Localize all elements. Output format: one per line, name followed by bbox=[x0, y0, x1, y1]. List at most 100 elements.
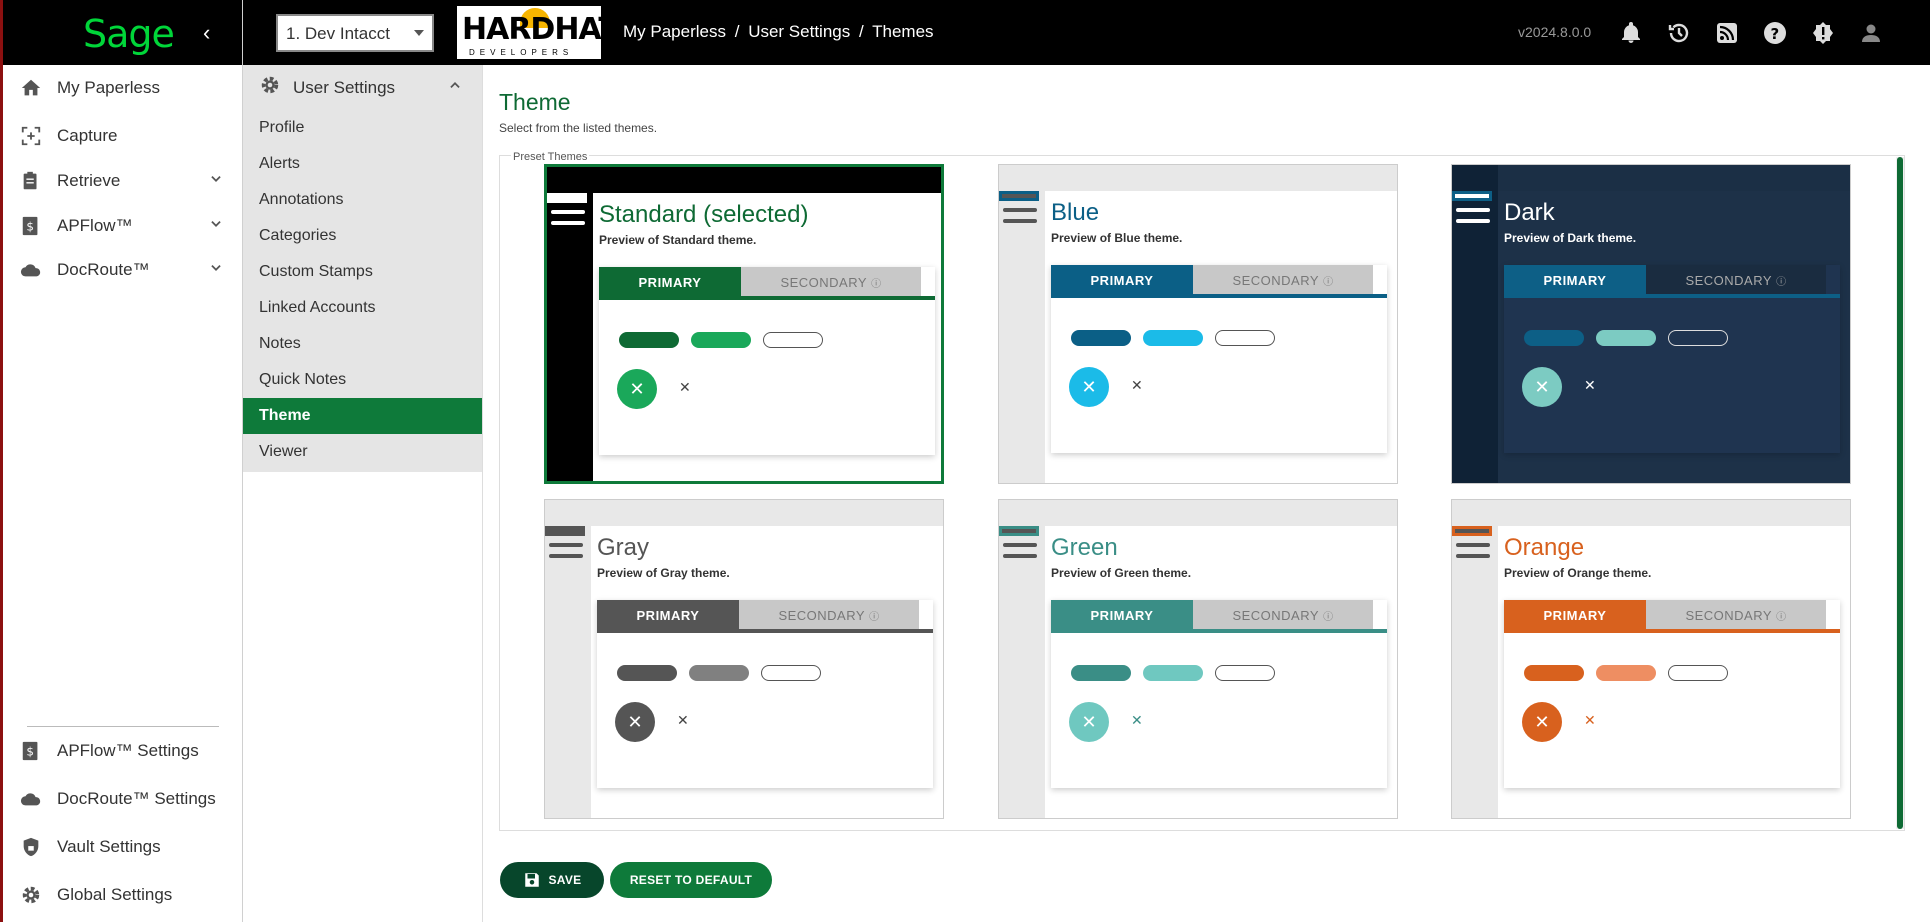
sidebar-item-apflow-settings[interactable]: $ APFlow™ Settings bbox=[3, 731, 243, 771]
breadcrumb-my-paperless[interactable]: My Paperless bbox=[623, 22, 726, 41]
svg-text:$: $ bbox=[26, 745, 34, 759]
sidebar-divider bbox=[27, 726, 219, 727]
shield-lock-icon bbox=[19, 835, 43, 859]
breadcrumb: My Paperless / User Settings / Themes bbox=[623, 22, 938, 42]
close-icon: ✕ bbox=[615, 702, 655, 742]
outline-pill bbox=[763, 332, 823, 348]
dollar-doc-icon: $ bbox=[19, 214, 43, 238]
floppy-disk-icon bbox=[523, 871, 541, 889]
gear-icon bbox=[19, 883, 43, 907]
top-icon-bar: ? bbox=[1616, 18, 1886, 48]
sidebar-item-docroute-settings[interactable]: DocRoute™ Settings bbox=[3, 779, 243, 819]
sidebar-item-label: Retrieve bbox=[57, 171, 121, 190]
settings-item-theme[interactable]: Theme bbox=[243, 398, 482, 434]
sidebar-item-vault-settings[interactable]: Vault Settings bbox=[3, 827, 243, 867]
sage-logo: Sage bbox=[83, 12, 175, 56]
outline-pill bbox=[1668, 665, 1728, 681]
close-icon: ✕ bbox=[1131, 377, 1143, 393]
theme-preview-panel: PRIMARY SECONDARY ⓘ ✕ ✕ bbox=[597, 600, 933, 788]
menu-icon bbox=[1452, 191, 1492, 230]
save-button[interactable]: SAVE bbox=[500, 862, 604, 898]
sidebar-item-docroute[interactable]: DocRoute™ bbox=[3, 250, 243, 290]
settings-item-annotations[interactable]: Annotations bbox=[243, 182, 482, 218]
tenant-select[interactable]: 1. Dev Intacct bbox=[276, 14, 434, 52]
secondary-tab-label: SECONDARY bbox=[1685, 272, 1773, 288]
theme-preview-panel: PRIMARY SECONDARY ⓘ ✕ ✕ bbox=[1504, 265, 1840, 453]
primary-pill bbox=[1071, 665, 1131, 681]
sidebar-item-label: Capture bbox=[57, 126, 118, 145]
help-circle-icon: ⓘ bbox=[1776, 276, 1787, 288]
outline-pill bbox=[1215, 665, 1275, 681]
settings-item-alerts[interactable]: Alerts bbox=[243, 146, 482, 182]
history-icon[interactable] bbox=[1664, 18, 1694, 48]
sidebar-item-capture[interactable]: Capture bbox=[3, 116, 243, 156]
settings-item-notes[interactable]: Notes bbox=[243, 326, 482, 362]
help-icon[interactable]: ? bbox=[1760, 18, 1790, 48]
theme-card[interactable]: Blue Preview of Blue theme. PRIMARY SECO… bbox=[998, 164, 1398, 484]
secondary-pill bbox=[689, 665, 749, 681]
secondary-tab: SECONDARY ⓘ bbox=[1646, 265, 1826, 295]
tab-underline bbox=[1051, 629, 1387, 633]
primary-pill bbox=[617, 665, 677, 681]
menu-icon bbox=[545, 526, 585, 565]
breadcrumb-user-settings[interactable]: User Settings bbox=[748, 22, 850, 41]
main-content: Theme Select from the listed themes. Pre… bbox=[484, 65, 1930, 922]
theme-preview-panel: PRIMARY SECONDARY ⓘ ✕ ✕ bbox=[599, 267, 935, 455]
settings-item-linked-accounts[interactable]: Linked Accounts bbox=[243, 290, 482, 326]
sidebar-item-global-settings[interactable]: Global Settings bbox=[3, 875, 243, 915]
settings-item-viewer[interactable]: Viewer bbox=[243, 434, 482, 470]
alert-icon[interactable] bbox=[1808, 18, 1838, 48]
bell-icon[interactable] bbox=[1616, 18, 1646, 48]
settings-item-profile[interactable]: Profile bbox=[243, 110, 482, 146]
collapse-sidebar-button[interactable]: ‹ bbox=[203, 20, 210, 46]
user-icon[interactable] bbox=[1856, 18, 1886, 48]
rss-icon[interactable] bbox=[1712, 18, 1742, 48]
settings-nav-header[interactable]: User Settings bbox=[243, 65, 482, 110]
sidebar-item-label: DocRoute™ Settings bbox=[57, 789, 216, 808]
sidebar-header: Sage ‹ bbox=[3, 0, 242, 65]
page-title: Theme bbox=[499, 89, 571, 115]
secondary-tab-label: SECONDARY bbox=[1232, 272, 1320, 288]
chevron-down-icon bbox=[209, 171, 223, 191]
sidebar-item-my-paperless[interactable]: My Paperless bbox=[3, 68, 243, 108]
close-icon: ✕ bbox=[677, 712, 689, 728]
menu-icon bbox=[547, 193, 587, 232]
chevron-up-icon bbox=[448, 77, 462, 97]
sidebar-item-label: APFlow™ bbox=[57, 216, 133, 235]
secondary-pill bbox=[1596, 330, 1656, 346]
theme-card[interactable]: Dark Preview of Dark theme. PRIMARY SECO… bbox=[1451, 164, 1851, 484]
theme-card[interactable]: Gray Preview of Gray theme. PRIMARY SECO… bbox=[544, 499, 944, 819]
dollar-doc-icon: $ bbox=[19, 739, 43, 763]
settings-item-quick-notes[interactable]: Quick Notes bbox=[243, 362, 482, 398]
theme-preview-topbar bbox=[547, 167, 941, 193]
logo-sub-text: DEVELOPERS bbox=[469, 48, 574, 57]
theme-preview-topbar bbox=[1452, 165, 1850, 191]
tab-underline bbox=[599, 296, 935, 300]
primary-pill bbox=[619, 332, 679, 348]
save-label: SAVE bbox=[548, 873, 582, 887]
capture-icon bbox=[19, 124, 43, 148]
theme-card[interactable]: Green Preview of Green theme. PRIMARY SE… bbox=[998, 499, 1398, 819]
settings-item-custom-stamps[interactable]: Custom Stamps bbox=[243, 254, 482, 290]
theme-preview-panel: PRIMARY SECONDARY ⓘ ✕ ✕ bbox=[1051, 600, 1387, 788]
theme-card[interactable]: Orange Preview of Orange theme. PRIMARY … bbox=[1451, 499, 1851, 819]
reset-to-default-button[interactable]: RESET TO DEFAULT bbox=[610, 862, 772, 898]
theme-description: Preview of Dark theme. bbox=[1504, 231, 1637, 245]
secondary-tab: SECONDARY ⓘ bbox=[1193, 600, 1373, 630]
secondary-tab: SECONDARY ⓘ bbox=[741, 267, 921, 297]
settings-item-categories[interactable]: Categories bbox=[243, 218, 482, 254]
sidebar-item-retrieve[interactable]: Retrieve bbox=[3, 161, 243, 201]
home-icon bbox=[19, 76, 43, 100]
cloud-icon bbox=[19, 258, 43, 282]
scrollbar-thumb[interactable] bbox=[1897, 157, 1903, 829]
theme-card[interactable]: Standard (selected) Preview of Standard … bbox=[544, 164, 944, 484]
sidebar-item-label: Global Settings bbox=[57, 885, 173, 904]
secondary-pill bbox=[1143, 665, 1203, 681]
theme-name: Orange bbox=[1504, 534, 1585, 561]
tab-underline bbox=[1504, 294, 1840, 298]
theme-name: Standard (selected) bbox=[599, 201, 809, 228]
breadcrumb-themes: Themes bbox=[872, 22, 934, 41]
help-circle-icon: ⓘ bbox=[869, 611, 880, 623]
theme-preview-topbar bbox=[1452, 500, 1850, 526]
sidebar-item-apflow[interactable]: $ APFlow™ bbox=[3, 206, 243, 246]
